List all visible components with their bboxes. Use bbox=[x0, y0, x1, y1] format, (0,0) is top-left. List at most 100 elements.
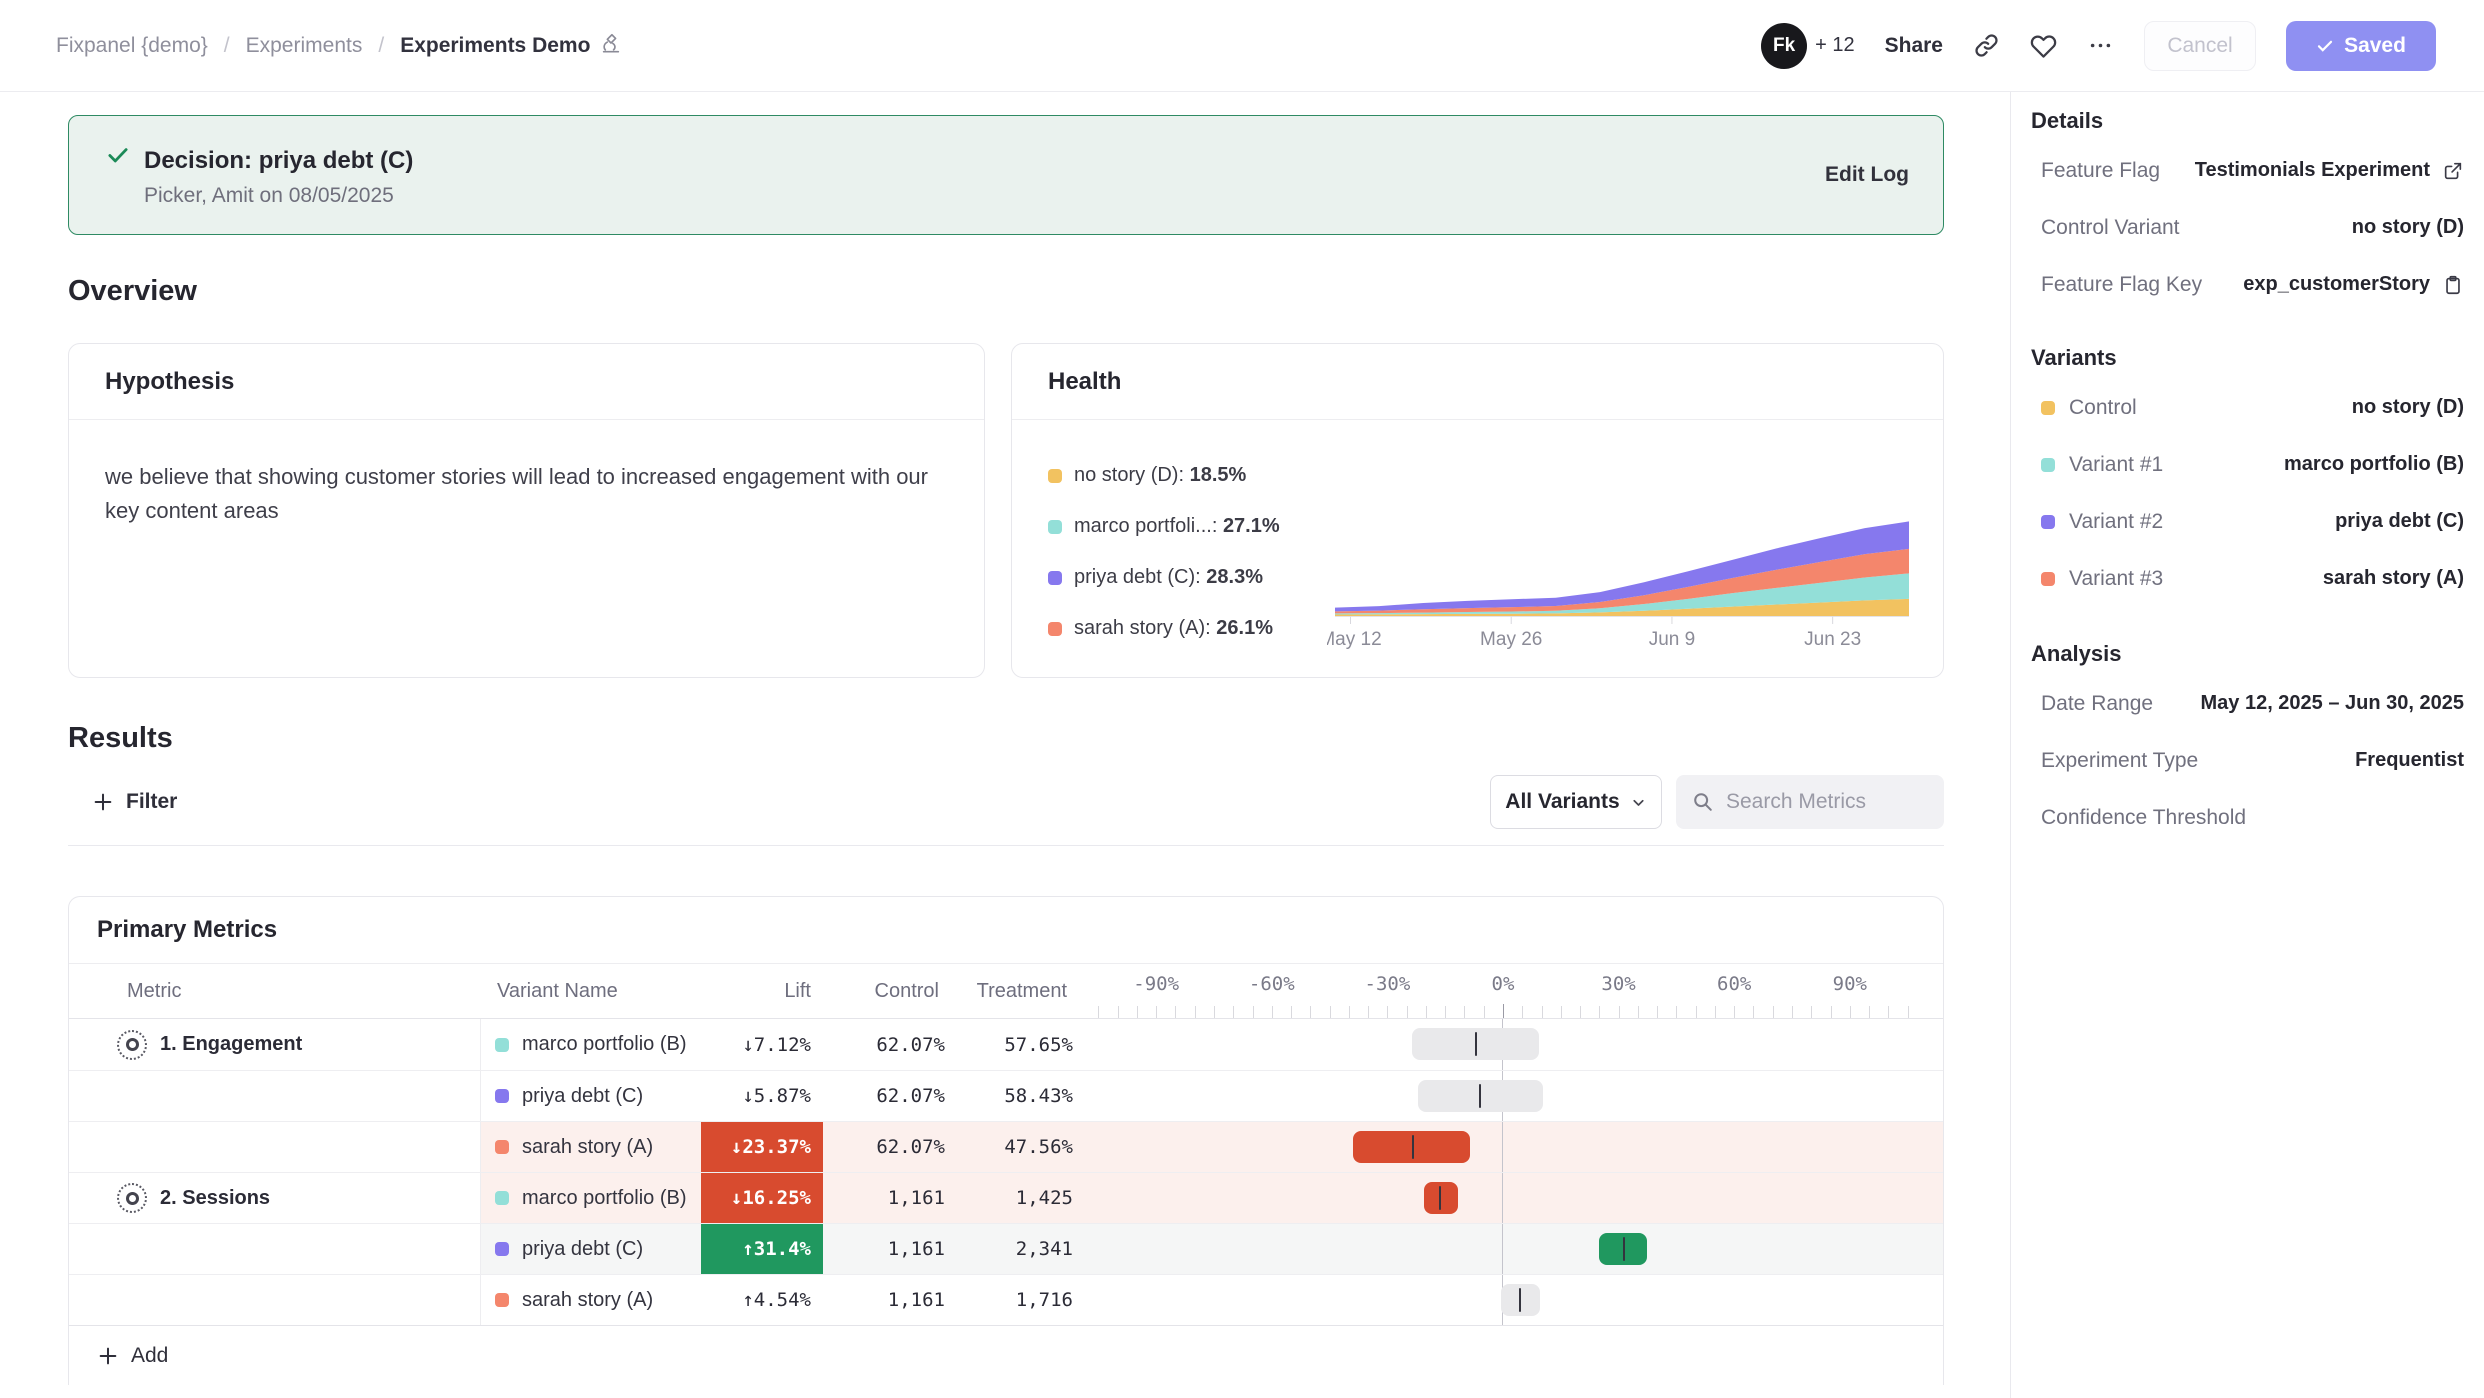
saved-label: Saved bbox=[2344, 34, 2406, 58]
treatment-cell: 1,716 bbox=[951, 1275, 1079, 1325]
metric-cell bbox=[69, 1071, 481, 1121]
axis-tick bbox=[1676, 1006, 1677, 1018]
external-link-icon[interactable] bbox=[2442, 160, 2464, 182]
table-row[interactable]: sarah story (A)↑4.54%1,1611,716 bbox=[69, 1274, 1943, 1325]
axis-label: 0% bbox=[1492, 973, 1515, 995]
plus-icon bbox=[97, 1345, 119, 1367]
health-card: Health no story (D): 18.5%marco portfoli… bbox=[1011, 343, 1944, 678]
interval-point-estimate bbox=[1412, 1135, 1414, 1159]
lift-cell: ↓23.37% bbox=[701, 1122, 823, 1172]
more-options-icon[interactable] bbox=[2087, 32, 2114, 59]
avatar[interactable]: Fk bbox=[1761, 23, 1807, 69]
metric-goal-icon bbox=[117, 1030, 147, 1060]
confidence-interval-cell bbox=[1079, 1019, 1945, 1070]
metric-cell bbox=[69, 1224, 481, 1274]
confidence-interval-cell bbox=[1079, 1122, 1945, 1172]
add-metric-button[interactable]: Add bbox=[69, 1325, 1943, 1385]
edit-log-button[interactable]: Edit Log bbox=[1825, 163, 1909, 187]
copy-link-icon[interactable] bbox=[1973, 32, 2000, 59]
variant-swatch bbox=[495, 1089, 509, 1103]
search-metrics-input[interactable] bbox=[1726, 790, 1916, 814]
analysis-label: Confidence Threshold bbox=[2041, 806, 2246, 830]
axis-label: 90% bbox=[1833, 973, 1867, 995]
collaborators[interactable]: Fk + 12 bbox=[1761, 23, 1854, 69]
axis-tick bbox=[1368, 1006, 1369, 1018]
axis-tick bbox=[1734, 1006, 1735, 1018]
treatment-cell: 2,341 bbox=[951, 1224, 1079, 1274]
legend-label: no story (D): 18.5% bbox=[1074, 464, 1246, 487]
detail-row-control-variant: Control Variantno story (D) bbox=[2031, 199, 2464, 256]
legend-value: 28.3% bbox=[1206, 566, 1263, 588]
metric-name: 2. Sessions bbox=[160, 1187, 270, 1210]
axis-tick bbox=[1484, 1006, 1485, 1018]
variant-swatch bbox=[2041, 572, 2055, 586]
axis-tick bbox=[1773, 1006, 1774, 1018]
variant-swatch bbox=[2041, 458, 2055, 472]
detail-value: exp_customerStory bbox=[2243, 273, 2430, 296]
results-heading: Results bbox=[68, 722, 1944, 755]
favorite-heart-icon[interactable] bbox=[2030, 32, 2057, 59]
lift-cell: ↓7.12% bbox=[701, 1019, 823, 1070]
axis-tick bbox=[1291, 1006, 1292, 1018]
metric-cell bbox=[69, 1122, 481, 1172]
decision-title: Decision: priya debt (C) bbox=[144, 147, 413, 175]
metric-cell: 2. Sessions bbox=[69, 1173, 481, 1223]
detail-row-feature-flag-key: Feature Flag Keyexp_customerStory bbox=[2031, 256, 2464, 313]
axis-tick bbox=[1349, 1006, 1350, 1018]
control-cell: 62.07% bbox=[823, 1019, 951, 1070]
variant-row-variant-1: Variant #1marco portfolio (B) bbox=[2031, 436, 2464, 493]
search-metrics-box[interactable] bbox=[1676, 775, 1944, 829]
variant-swatch bbox=[495, 1191, 509, 1205]
control-cell: 62.07% bbox=[823, 1122, 951, 1172]
main-content: Decision: priya debt (C) Picker, Amit on… bbox=[0, 92, 2010, 1398]
add-filter-button[interactable]: Filter bbox=[68, 790, 177, 814]
detail-value: no story (D) bbox=[2352, 216, 2464, 239]
primary-metrics-title: Primary Metrics bbox=[69, 897, 1943, 964]
cancel-button[interactable]: Cancel bbox=[2144, 21, 2256, 71]
lift-cell: ↑31.4% bbox=[701, 1224, 823, 1274]
axis-tick bbox=[1137, 1006, 1138, 1018]
axis-label: -30% bbox=[1365, 973, 1411, 995]
decision-banner: Decision: priya debt (C) Picker, Amit on… bbox=[68, 115, 1944, 235]
variants-dropdown-label: All Variants bbox=[1505, 790, 1619, 814]
add-metric-label: Add bbox=[131, 1344, 168, 1368]
filter-label: Filter bbox=[126, 790, 177, 814]
table-row[interactable]: 1. Engagementmarco portfolio (B)↓7.12%62… bbox=[69, 1019, 1943, 1070]
zero-line bbox=[1502, 1173, 1503, 1223]
share-button[interactable]: Share bbox=[1885, 34, 1943, 58]
table-row[interactable]: 2. Sessionsmarco portfolio (B)↓16.25%1,1… bbox=[69, 1172, 1943, 1223]
saved-button[interactable]: Saved bbox=[2286, 21, 2436, 71]
table-row[interactable]: sarah story (A)↓23.37%62.07%47.56% bbox=[69, 1121, 1943, 1172]
col-treatment: Treatment bbox=[951, 964, 1079, 1018]
breadcrumb-project[interactable]: Fixpanel {demo} bbox=[56, 34, 208, 58]
detail-label: Feature Flag bbox=[2041, 159, 2160, 183]
table-row[interactable]: priya debt (C)↑31.4%1,1612,341 bbox=[69, 1223, 1943, 1274]
breadcrumb: Fixpanel {demo} / Experiments / Experime… bbox=[56, 32, 622, 60]
detail-value[interactable]: Testimonials Experiment bbox=[2195, 159, 2430, 182]
metric-cell: 1. Engagement bbox=[69, 1019, 481, 1070]
control-cell: 62.07% bbox=[823, 1071, 951, 1121]
legend-swatch bbox=[1048, 469, 1062, 483]
breadcrumb-experiments[interactable]: Experiments bbox=[246, 34, 363, 58]
axis-tick bbox=[1503, 1004, 1504, 1018]
variants-dropdown[interactable]: All Variants bbox=[1490, 775, 1662, 829]
axis-tick bbox=[1831, 1006, 1832, 1018]
table-header: Metric Variant Name Lift Control Treatme… bbox=[69, 964, 1943, 1019]
health-stacked-area-chart: May 12May 26Jun 9Jun 23 bbox=[1327, 504, 1917, 656]
axis-tick bbox=[1445, 1006, 1446, 1018]
variant-cell: sarah story (A) bbox=[481, 1122, 701, 1172]
legend-label: sarah story (A): 26.1% bbox=[1074, 617, 1273, 640]
axis-tick bbox=[1580, 1006, 1581, 1018]
clipboard-icon[interactable] bbox=[2442, 274, 2464, 296]
table-row[interactable]: priya debt (C)↓5.87%62.07%58.43% bbox=[69, 1070, 1943, 1121]
variant-swatch bbox=[495, 1038, 509, 1052]
axis-tick bbox=[1715, 1006, 1716, 1018]
variant-swatch bbox=[495, 1140, 509, 1154]
control-cell: 1,161 bbox=[823, 1224, 951, 1274]
legend-item: marco portfoli...: 27.1% bbox=[1048, 515, 1318, 538]
axis-label: 30% bbox=[1601, 973, 1635, 995]
legend-label: marco portfoli...: 27.1% bbox=[1074, 515, 1280, 538]
details-sidebar: Details Feature FlagTestimonials Experim… bbox=[2010, 92, 2484, 1398]
hypothesis-text: we believe that showing customer stories… bbox=[69, 420, 984, 528]
zero-line bbox=[1502, 1122, 1503, 1172]
